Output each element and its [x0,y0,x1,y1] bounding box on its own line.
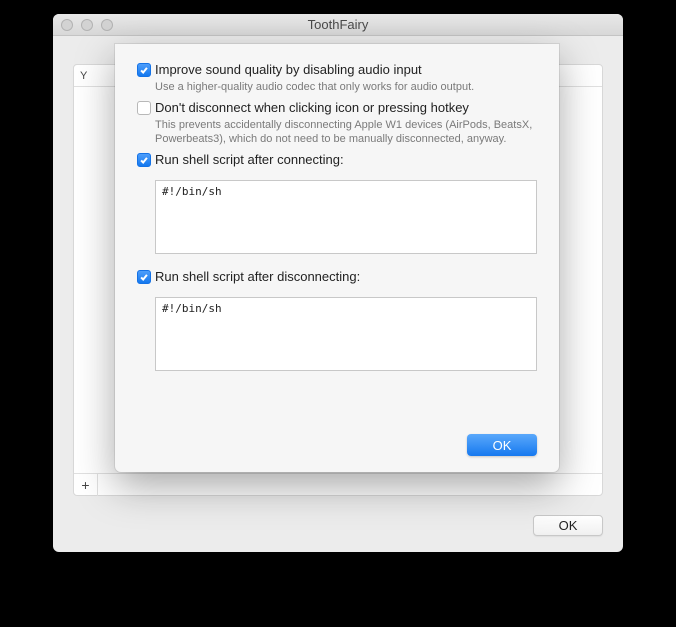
script-connect-checkbox[interactable] [137,153,151,167]
sheet-ok-button[interactable]: OK [467,434,537,456]
check-icon [139,155,149,165]
dont-disconnect-desc: This prevents accidentally disconnecting… [155,118,537,146]
option-improve-audio: Improve sound quality by disabling audio… [137,62,537,94]
improve-audio-label: Improve sound quality by disabling audio… [155,62,537,78]
dont-disconnect-label: Don't disconnect when clicking icon or p… [155,100,537,116]
traffic-lights [53,19,113,31]
add-device-button[interactable]: + [74,474,98,496]
zoom-icon[interactable] [101,19,113,31]
script-disconnect-label: Run shell script after disconnecting: [155,269,537,285]
option-script-connect: Run shell script after connecting: [137,152,537,168]
script-connect-label: Run shell script after connecting: [155,152,537,168]
check-icon [139,272,149,282]
main-footer: OK [533,515,603,536]
dont-disconnect-checkbox[interactable] [137,101,151,115]
main-ok-button[interactable]: OK [533,515,603,536]
table-column-header: Y [80,70,87,82]
script-disconnect-textarea[interactable] [155,297,537,371]
advanced-sheet: Improve sound quality by disabling audio… [115,44,559,472]
table-footer: + [74,473,602,495]
sheet-footer: OK [467,434,537,456]
close-icon[interactable] [61,19,73,31]
option-script-disconnect: Run shell script after disconnecting: [137,269,537,285]
option-dont-disconnect: Don't disconnect when clicking icon or p… [137,100,537,146]
minimize-icon[interactable] [81,19,93,31]
script-connect-textarea[interactable] [155,180,537,254]
check-icon [139,65,149,75]
titlebar: ToothFairy [53,14,623,36]
window-title: ToothFairy [53,17,623,32]
script-disconnect-checkbox[interactable] [137,270,151,284]
improve-audio-checkbox[interactable] [137,63,151,77]
improve-audio-desc: Use a higher-quality audio codec that on… [155,80,537,94]
plus-icon: + [81,477,89,493]
